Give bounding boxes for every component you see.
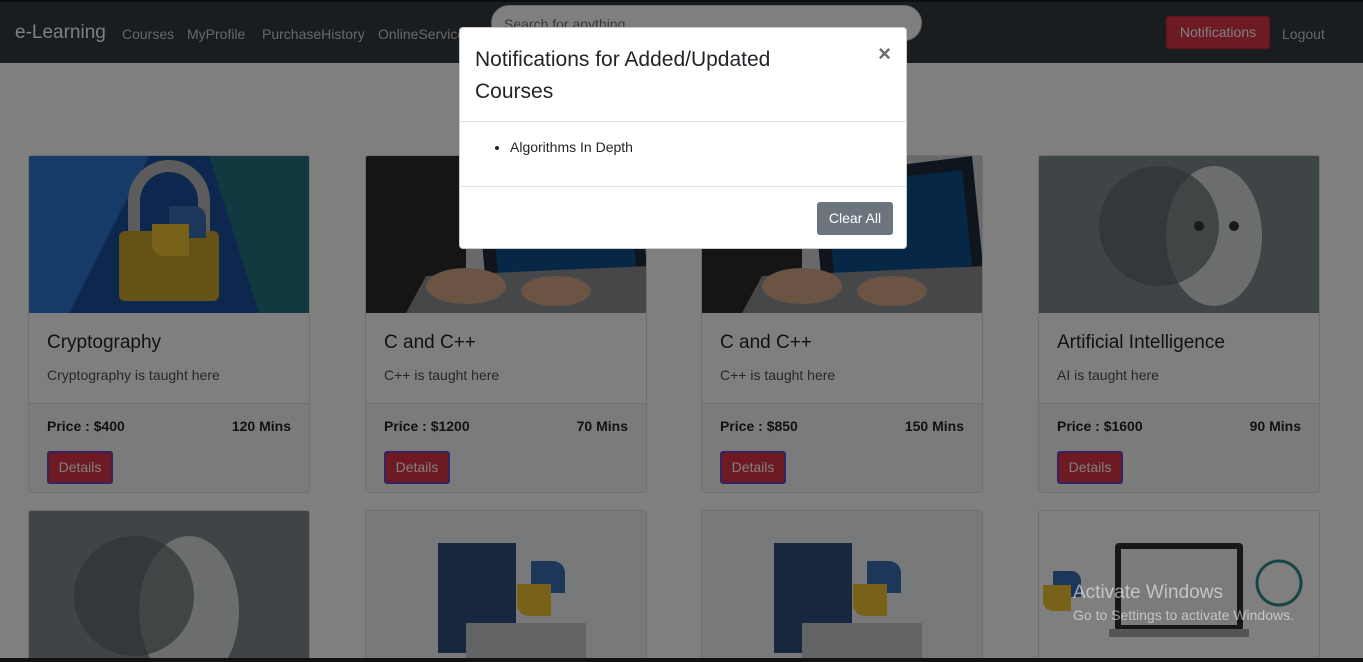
notifications-modal: Notifications for Added/Updated Courses … — [459, 27, 907, 249]
activate-windows-watermark: Activate Windows — [1073, 582, 1223, 603]
modal-title: Notifications for Added/Updated Courses — [475, 48, 771, 103]
taskbar-edge — [0, 658, 1363, 662]
modal-header: Notifications for Added/Updated Courses … — [460, 28, 906, 122]
activate-windows-hint: Go to Settings to activate Windows. — [1073, 607, 1294, 623]
clear-all-button[interactable]: Clear All — [817, 202, 893, 235]
notification-item: Algorithms In Depth — [510, 139, 633, 155]
modal-footer: Clear All — [460, 186, 906, 250]
close-icon[interactable]: × — [878, 43, 891, 65]
notification-list: Algorithms In Depth — [510, 139, 633, 155]
modal-body: Algorithms In Depth — [460, 122, 906, 186]
